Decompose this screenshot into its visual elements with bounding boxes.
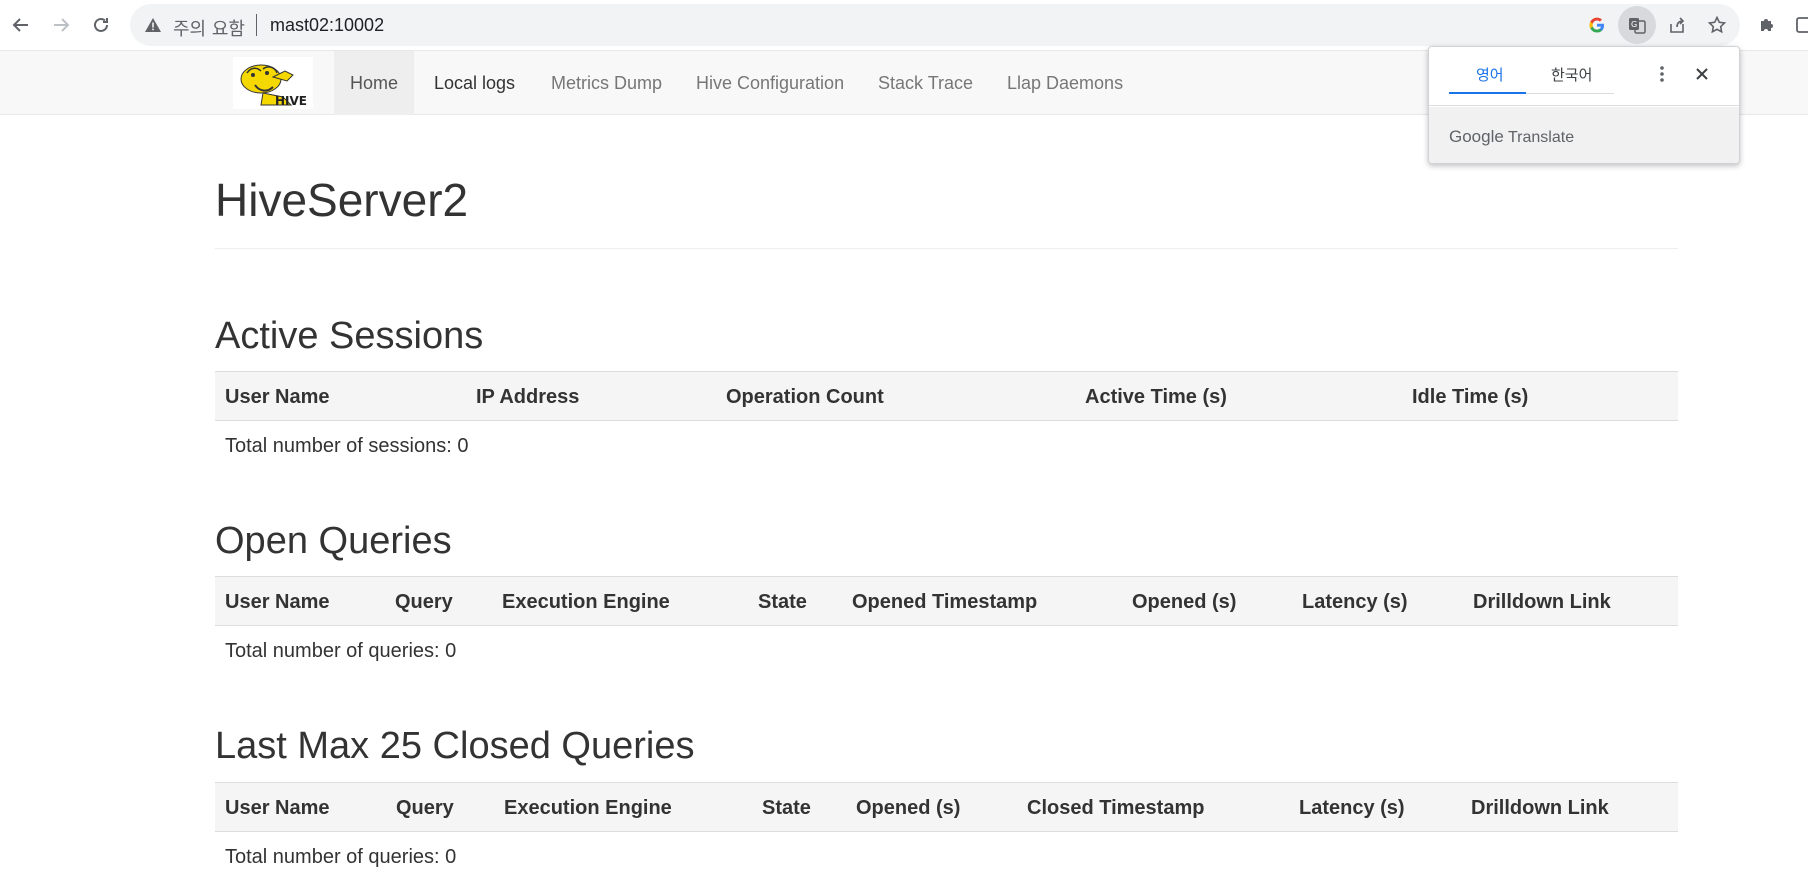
closed-queries-table-header: User Name Query Execution Engine State O… [215,782,1678,832]
title-divider [215,248,1678,249]
share-button[interactable] [1662,10,1692,40]
translate-popup-footer: Google Translate [1429,107,1739,163]
arrow-left-icon [12,18,28,32]
translate-popup-header: 영어 한국어 [1429,47,1739,106]
nav-hive-configuration[interactable]: Hive Configuration [680,51,860,115]
close-icon [1696,68,1708,80]
extensions-button[interactable] [1752,10,1782,40]
column-header: State [758,591,807,613]
side-panel-button[interactable] [1790,10,1808,40]
column-header: User Name [225,386,330,408]
reload-icon [94,17,108,32]
reload-button[interactable] [86,10,116,40]
column-header: Active Time (s) [1085,386,1227,408]
selected-tab-indicator [1449,92,1526,94]
active-sessions-title: Active Sessions [215,315,484,357]
hive-logo[interactable]: HIVE [233,57,313,109]
svg-text:HIVE: HIVE [275,94,307,108]
svg-text:G: G [1631,20,1637,29]
puzzle-icon [1761,19,1773,31]
security-label[interactable]: 주의 요함 [173,15,245,41]
sessions-total: Total number of sessions: 0 [225,435,469,457]
share-icon [1670,17,1685,33]
translate-close-button[interactable] [1689,61,1715,87]
column-header: Drilldown Link [1473,591,1611,613]
url-text[interactable]: mast02:10002 [270,15,384,36]
tab-divider [1526,93,1614,94]
closed-queries-title: Last Max 25 Closed Queries [215,725,695,767]
column-header: Opened (s) [856,797,961,819]
side-panel-icon [1796,17,1808,33]
back-button[interactable] [6,10,36,40]
column-header: User Name [225,591,330,613]
google-lens-button[interactable] [1582,10,1612,40]
open-queries-table-header: User Name Query Execution Engine State O… [215,576,1678,626]
translate-popup: 영어 한국어 Google Translate [1428,46,1740,164]
tab-target-language[interactable]: 한국어 [1551,64,1592,85]
nav-stack-trace[interactable]: Stack Trace [862,51,989,115]
open-queries-total: Total number of queries: 0 [225,640,457,662]
column-header: Execution Engine [504,797,672,819]
translate-icon: G [1629,18,1646,34]
closed-queries-total: Total number of queries: 0 [225,846,457,868]
browser-toolbar: 주의 요함 mast02:10002 G [0,0,1808,50]
column-header: Idle Time (s) [1412,386,1529,408]
column-header: Closed Timestamp [1027,797,1205,819]
google-g-icon [1589,17,1604,33]
column-header: User Name [225,797,330,819]
address-bar[interactable]: 주의 요함 mast02:10002 G [130,4,1740,46]
divider [256,14,257,36]
column-header: Query [395,591,453,613]
translate-page-button[interactable]: G [1618,6,1656,44]
nav-metrics-dump[interactable]: Metrics Dump [535,51,678,115]
nav-local-logs[interactable]: Local logs [418,51,531,115]
column-header: Execution Engine [502,591,670,613]
column-header: State [762,797,811,819]
arrow-right-icon [54,18,70,32]
tab-source-language[interactable]: 영어 [1476,64,1504,85]
bookmark-button[interactable] [1702,10,1732,40]
column-header: Opened Timestamp [852,591,1038,613]
column-header: Drilldown Link [1471,797,1609,819]
column-header: Query [396,797,454,819]
nav-llap-daemons[interactable]: Llap Daemons [991,51,1139,115]
column-header: Opened (s) [1132,591,1237,613]
page-title: HiveServer2 [215,174,469,226]
column-header: Latency (s) [1302,591,1408,613]
forward-button[interactable] [46,10,76,40]
google-translate-brand: Google Translate [1449,127,1574,147]
open-queries-title: Open Queries [215,520,452,562]
translate-options-button[interactable] [1649,61,1675,87]
nav-home[interactable]: Home [334,51,415,115]
active-sessions-table-header: User Name IP Address Operation Count Act… [215,371,1678,421]
column-header: Latency (s) [1299,797,1405,819]
warning-icon[interactable] [144,16,162,34]
google-wordmark: Google [1449,127,1504,146]
more-vert-icon [1660,66,1664,82]
star-icon [1707,15,1727,34]
translate-wordmark: Translate [1507,129,1575,146]
column-header: IP Address [476,386,580,408]
column-header: Operation Count [726,386,884,408]
